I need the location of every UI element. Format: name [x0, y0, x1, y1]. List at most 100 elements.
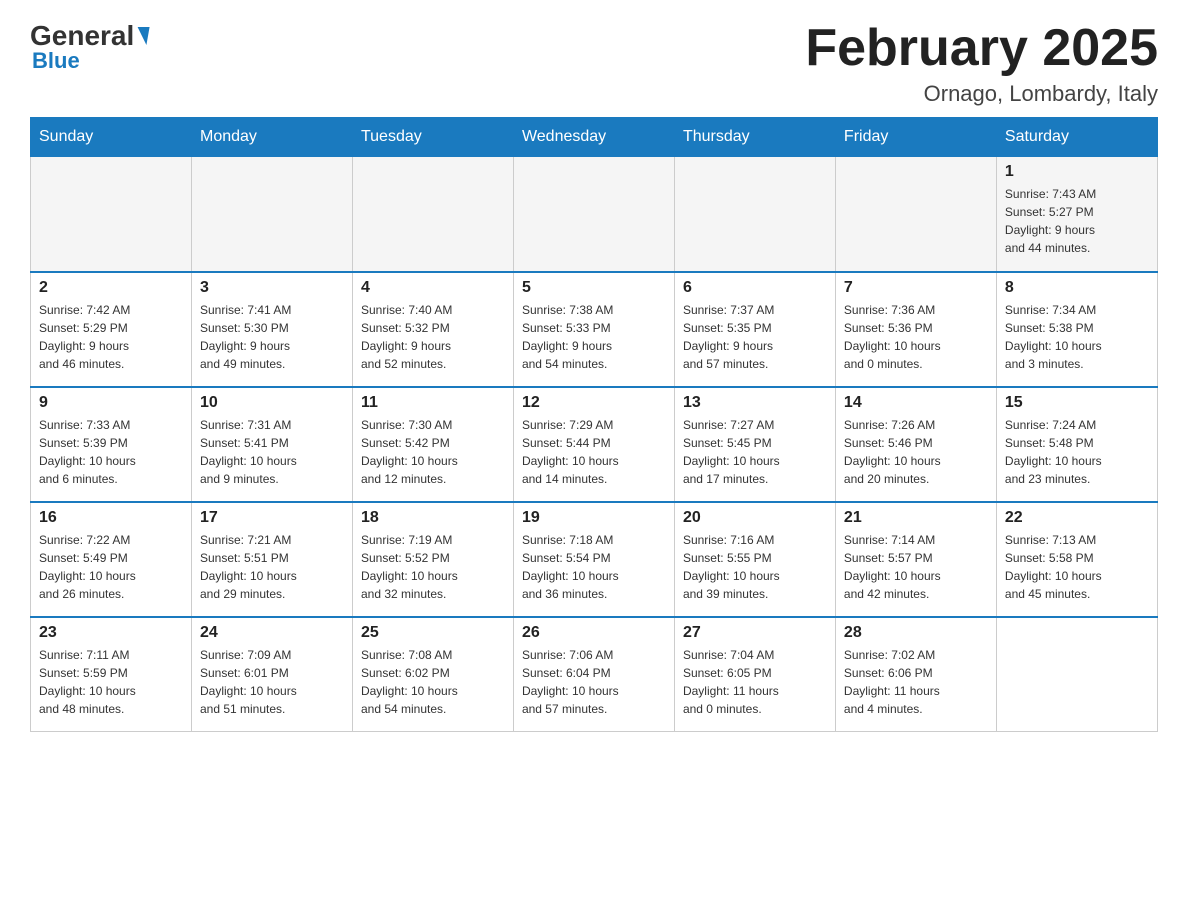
calendar-week-1: 1Sunrise: 7:43 AM Sunset: 5:27 PM Daylig… [31, 157, 1158, 272]
day-number: 16 [39, 509, 183, 527]
day-number: 12 [522, 394, 666, 412]
header-saturday: Saturday [996, 118, 1157, 157]
calendar-cell: 25Sunrise: 7:08 AM Sunset: 6:02 PM Dayli… [352, 617, 513, 732]
calendar-cell: 6Sunrise: 7:37 AM Sunset: 5:35 PM Daylig… [674, 272, 835, 387]
day-number: 19 [522, 509, 666, 527]
calendar-week-4: 16Sunrise: 7:22 AM Sunset: 5:49 PM Dayli… [31, 502, 1158, 617]
calendar-cell [513, 157, 674, 272]
calendar-cell: 10 Sunrise: 7:31 AM Sunset: 5:41 PM Dayli… [191, 387, 352, 502]
month-title: February 2025 [805, 20, 1158, 77]
day-info: Sunrise: 7:04 AM Sunset: 6:05 PM Dayligh… [683, 646, 827, 718]
calendar-header-row: Sunday Monday Tuesday Wednesday Thursday… [31, 118, 1158, 157]
header-thursday: Thursday [674, 118, 835, 157]
day-number: 3 [200, 279, 344, 297]
page-header: General Blue February 2025 Ornago, Lomba… [30, 20, 1158, 107]
calendar-cell: 16Sunrise: 7:22 AM Sunset: 5:49 PM Dayli… [31, 502, 192, 617]
calendar-cell: 18 Sunrise: 7:19 AM Sunset: 5:52 PM Dayli… [352, 502, 513, 617]
day-info: Sunrise: 7:38 AM Sunset: 5:33 PM Dayligh… [522, 301, 666, 373]
day-info: Sunrise: 7:33 AM Sunset: 5:39 PM Dayligh… [39, 416, 183, 488]
day-info: Sunrise: 7:30 AM Sunset: 5:42 PM Dayligh… [361, 416, 505, 488]
day-info: Sunrise: 7:11 AM Sunset: 5:59 PM Dayligh… [39, 646, 183, 718]
calendar-cell: 3 Sunrise: 7:41 AM Sunset: 5:30 PM Daylig… [191, 272, 352, 387]
day-number: 25 [361, 624, 505, 642]
day-number: 22 [1005, 509, 1149, 527]
day-info: Sunrise: 7:14 AM Sunset: 5:57 PM Dayligh… [844, 531, 988, 603]
calendar-cell: 27 Sunrise: 7:04 AM Sunset: 6:05 PM Dayli… [674, 617, 835, 732]
calendar-cell [996, 617, 1157, 732]
calendar-cell [674, 157, 835, 272]
calendar-cell: 11 Sunrise: 7:30 AM Sunset: 5:42 PM Dayli… [352, 387, 513, 502]
logo: General Blue [30, 20, 150, 74]
day-number: 27 [683, 624, 827, 642]
day-number: 17 [200, 509, 344, 527]
calendar-cell: 12 Sunrise: 7:29 AM Sunset: 5:44 PM Dayli… [513, 387, 674, 502]
logo-blue-text: Blue [32, 48, 80, 74]
day-number: 10 [200, 394, 344, 412]
calendar-cell: 26 Sunrise: 7:06 AM Sunset: 6:04 PM Dayli… [513, 617, 674, 732]
calendar-cell: 5Sunrise: 7:38 AM Sunset: 5:33 PM Daylig… [513, 272, 674, 387]
calendar-week-3: 9 Sunrise: 7:33 AM Sunset: 5:39 PM Daylig… [31, 387, 1158, 502]
day-number: 26 [522, 624, 666, 642]
day-info: Sunrise: 7:40 AM Sunset: 5:32 PM Dayligh… [361, 301, 505, 373]
calendar-cell: 15 Sunrise: 7:24 AM Sunset: 5:48 PM Dayli… [996, 387, 1157, 502]
day-number: 11 [361, 394, 505, 412]
day-number: 21 [844, 509, 988, 527]
calendar-cell: 9 Sunrise: 7:33 AM Sunset: 5:39 PM Daylig… [31, 387, 192, 502]
day-number: 13 [683, 394, 827, 412]
header-sunday: Sunday [31, 118, 192, 157]
header-tuesday: Tuesday [352, 118, 513, 157]
day-number: 15 [1005, 394, 1149, 412]
day-info: Sunrise: 7:31 AM Sunset: 5:41 PM Dayligh… [200, 416, 344, 488]
day-info: Sunrise: 7:26 AM Sunset: 5:46 PM Dayligh… [844, 416, 988, 488]
calendar-cell: 21 Sunrise: 7:14 AM Sunset: 5:57 PM Dayli… [835, 502, 996, 617]
day-number: 23 [39, 624, 183, 642]
calendar-cell: 24 Sunrise: 7:09 AM Sunset: 6:01 PM Dayli… [191, 617, 352, 732]
day-info: Sunrise: 7:43 AM Sunset: 5:27 PM Dayligh… [1005, 185, 1149, 257]
day-info: Sunrise: 7:29 AM Sunset: 5:44 PM Dayligh… [522, 416, 666, 488]
day-info: Sunrise: 7:02 AM Sunset: 6:06 PM Dayligh… [844, 646, 988, 718]
calendar-cell [352, 157, 513, 272]
day-info: Sunrise: 7:19 AM Sunset: 5:52 PM Dayligh… [361, 531, 505, 603]
day-number: 2 [39, 279, 183, 297]
calendar-cell: 20Sunrise: 7:16 AM Sunset: 5:55 PM Dayli… [674, 502, 835, 617]
day-info: Sunrise: 7:36 AM Sunset: 5:36 PM Dayligh… [844, 301, 988, 373]
calendar-cell: 1Sunrise: 7:43 AM Sunset: 5:27 PM Daylig… [996, 157, 1157, 272]
day-number: 28 [844, 624, 988, 642]
calendar-cell: 28 Sunrise: 7:02 AM Sunset: 6:06 PM Dayli… [835, 617, 996, 732]
calendar-cell: 17 Sunrise: 7:21 AM Sunset: 5:51 PM Dayli… [191, 502, 352, 617]
day-info: Sunrise: 7:09 AM Sunset: 6:01 PM Dayligh… [200, 646, 344, 718]
day-number: 20 [683, 509, 827, 527]
calendar-cell: 4 Sunrise: 7:40 AM Sunset: 5:32 PM Daylig… [352, 272, 513, 387]
calendar-cell: 7 Sunrise: 7:36 AM Sunset: 5:36 PM Daylig… [835, 272, 996, 387]
day-info: Sunrise: 7:41 AM Sunset: 5:30 PM Dayligh… [200, 301, 344, 373]
header-monday: Monday [191, 118, 352, 157]
day-number: 18 [361, 509, 505, 527]
day-number: 8 [1005, 279, 1149, 297]
day-number: 9 [39, 394, 183, 412]
calendar-cell: 14 Sunrise: 7:26 AM Sunset: 5:46 PM Dayli… [835, 387, 996, 502]
calendar-cell: 2 Sunrise: 7:42 AM Sunset: 5:29 PM Daylig… [31, 272, 192, 387]
calendar-cell: 23 Sunrise: 7:11 AM Sunset: 5:59 PM Dayli… [31, 617, 192, 732]
day-info: Sunrise: 7:34 AM Sunset: 5:38 PM Dayligh… [1005, 301, 1149, 373]
title-area: February 2025 Ornago, Lombardy, Italy [805, 20, 1158, 107]
day-info: Sunrise: 7:37 AM Sunset: 5:35 PM Dayligh… [683, 301, 827, 373]
day-number: 14 [844, 394, 988, 412]
day-info: Sunrise: 7:42 AM Sunset: 5:29 PM Dayligh… [39, 301, 183, 373]
day-number: 24 [200, 624, 344, 642]
calendar-cell: 19Sunrise: 7:18 AM Sunset: 5:54 PM Dayli… [513, 502, 674, 617]
calendar-cell [191, 157, 352, 272]
day-info: Sunrise: 7:13 AM Sunset: 5:58 PM Dayligh… [1005, 531, 1149, 603]
calendar-cell: 22 Sunrise: 7:13 AM Sunset: 5:58 PM Dayli… [996, 502, 1157, 617]
day-number: 4 [361, 279, 505, 297]
header-wednesday: Wednesday [513, 118, 674, 157]
day-info: Sunrise: 7:06 AM Sunset: 6:04 PM Dayligh… [522, 646, 666, 718]
calendar-week-2: 2 Sunrise: 7:42 AM Sunset: 5:29 PM Daylig… [31, 272, 1158, 387]
day-info: Sunrise: 7:27 AM Sunset: 5:45 PM Dayligh… [683, 416, 827, 488]
day-info: Sunrise: 7:24 AM Sunset: 5:48 PM Dayligh… [1005, 416, 1149, 488]
calendar-table: Sunday Monday Tuesday Wednesday Thursday… [30, 117, 1158, 732]
calendar-cell: 8 Sunrise: 7:34 AM Sunset: 5:38 PM Daylig… [996, 272, 1157, 387]
header-friday: Friday [835, 118, 996, 157]
location-title: Ornago, Lombardy, Italy [805, 81, 1158, 107]
day-info: Sunrise: 7:21 AM Sunset: 5:51 PM Dayligh… [200, 531, 344, 603]
day-number: 7 [844, 279, 988, 297]
